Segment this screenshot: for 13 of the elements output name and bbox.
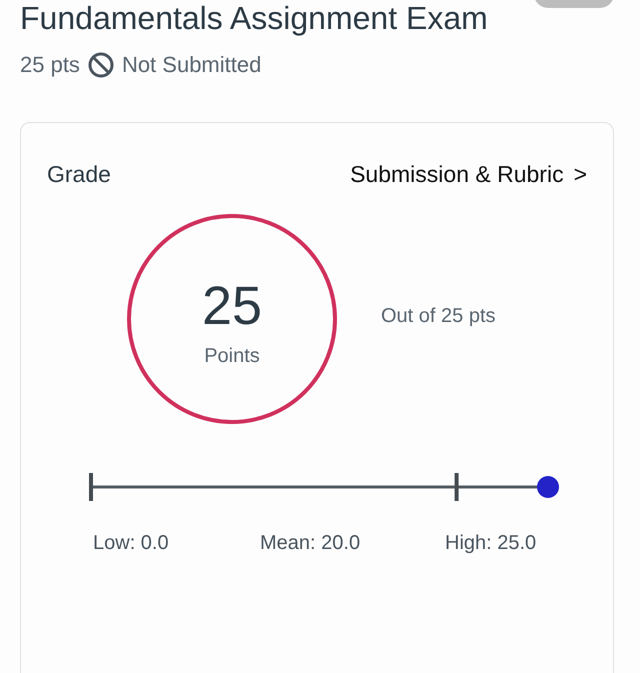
page-title: Fundamentals Assignment Exam [20,0,488,38]
grade-heading: Grade [47,161,111,188]
low-tick [89,473,93,501]
points-text: 25 pts [20,52,80,78]
range-label: Low: 0.0 [93,532,170,555]
range-label: High: 25.0 [445,532,538,555]
range-label: Mean: 20.0 [260,532,362,555]
status-text: Not Submitted [122,52,262,78]
not-allowed-icon [88,52,114,78]
out-of-text: Out of 25 pts [381,304,496,328]
submission-rubric-link[interactable]: Submission & Rubric > [350,161,587,188]
score-unit: Points [204,344,260,368]
score-value: 25 [202,276,262,334]
